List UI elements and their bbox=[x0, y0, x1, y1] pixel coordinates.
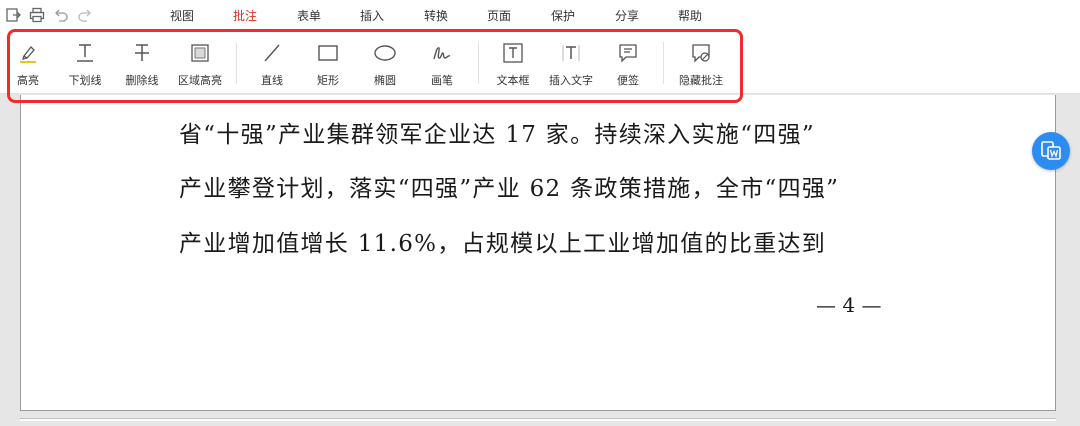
menu-form[interactable]: 表单 bbox=[297, 7, 321, 24]
menu-annotate[interactable]: 批注 bbox=[233, 7, 257, 24]
document-text-line: 产业攀登计划，落实“四强”产业 62 条政策措施，全市“四强” bbox=[179, 176, 840, 202]
menu-help[interactable]: 帮助 bbox=[678, 7, 702, 24]
menu-page[interactable]: 页面 bbox=[487, 7, 511, 24]
convert-to-word-button[interactable] bbox=[1032, 132, 1070, 170]
document-page: 省“十强”产业集群领军企业达 17 家。持续深入实施“四强” 产业攀登计划，落实… bbox=[20, 95, 1056, 411]
menu-insert[interactable]: 插入 bbox=[360, 7, 384, 24]
menu-convert[interactable]: 转换 bbox=[424, 7, 448, 24]
menu-bar: 视图 批注 表单 插入 转换 页面 保护 分享 帮助 bbox=[0, 0, 1080, 32]
page-number: — 4 — bbox=[816, 293, 882, 317]
document-text-line: 产业增加值增长 11.6%，占规模以上工业增加值的比重达到 bbox=[179, 231, 827, 257]
next-page-edge bbox=[20, 418, 1056, 421]
print-icon[interactable] bbox=[28, 6, 46, 24]
pdf-editor-window: 视图 批注 表单 插入 转换 页面 保护 分享 帮助 高亮 下划线 删除线 区域… bbox=[0, 0, 1080, 426]
undo-icon[interactable] bbox=[52, 6, 70, 24]
menu-share[interactable]: 分享 bbox=[615, 7, 639, 24]
convert-word-icon bbox=[1041, 141, 1061, 160]
highlight-frame bbox=[7, 29, 743, 103]
document-text-line: 省“十强”产业集群领军企业达 17 家。持续深入实施“四强” bbox=[179, 122, 815, 148]
menu-protect[interactable]: 保护 bbox=[551, 7, 575, 24]
export-icon[interactable] bbox=[4, 6, 22, 24]
redo-icon[interactable] bbox=[76, 6, 94, 24]
menu-view[interactable]: 视图 bbox=[170, 7, 194, 24]
quick-access-toolbar bbox=[4, 6, 94, 24]
